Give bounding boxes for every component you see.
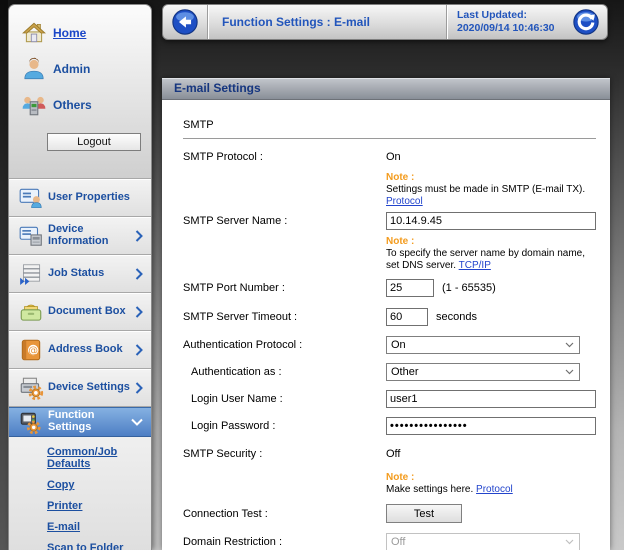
login-user-name-input[interactable] [386, 390, 596, 408]
sidebar-item-admin[interactable]: Admin [9, 51, 151, 87]
auth-protocol-row: Authentication Protocol : On [183, 336, 596, 354]
page-header: Function Settings : E-mail Last Updated:… [162, 4, 608, 40]
smtp-timeout-input[interactable] [386, 308, 428, 326]
auth-as-row: Authentication as : Other [183, 363, 596, 381]
smtp-protocol-note: Note : Settings must be made in SMTP (E-… [386, 172, 596, 207]
smtp-port-range-hint: (1 - 65535) [442, 282, 496, 294]
function-settings-icon [17, 408, 45, 436]
sidebar-item-job-status[interactable]: Job Status [9, 255, 151, 293]
auth-protocol-select[interactable]: On [386, 336, 580, 354]
test-button[interactable]: Test [386, 504, 462, 523]
protocol-link[interactable]: Protocol [386, 196, 423, 207]
smtp-port-row: SMTP Port Number : (1 - 65535) [183, 279, 596, 297]
smtp-protocol-row: SMTP Protocol : On [183, 151, 596, 163]
smtp-server-name-note: Note : To specify the server name by dom… [386, 236, 596, 271]
submenu-link-scan-to-folder[interactable]: Scan to Folder [47, 542, 151, 550]
function-settings-submenu: Common/Job Defaults Copy Printer E-mail … [9, 437, 151, 550]
section-divider [183, 138, 596, 139]
back-button[interactable] [171, 8, 199, 36]
back-icon [171, 8, 199, 36]
smtp-port-input[interactable] [386, 279, 434, 297]
sidebar-item-home[interactable]: Home [9, 15, 151, 51]
document-box-icon [17, 298, 45, 326]
submenu-link-common-job-defaults[interactable]: Common/Job Defaults [47, 446, 151, 470]
tcpip-link[interactable]: TCP/IP [459, 260, 491, 271]
job-status-icon [17, 260, 45, 288]
email-settings-panel: E-mail Settings SMTP SMTP Protocol : On … [162, 78, 610, 550]
device-information-icon [17, 222, 45, 250]
submenu-link-printer[interactable]: Printer [47, 500, 151, 512]
panel-title: E-mail Settings [162, 78, 610, 100]
refresh-icon [572, 8, 600, 36]
svg-text:@: @ [28, 345, 38, 356]
account-section: Home Admin [9, 5, 151, 179]
chevron-right-icon [133, 306, 143, 318]
smtp-security-value: Off [386, 448, 400, 460]
admin-icon [19, 54, 49, 84]
chevron-right-icon [133, 268, 143, 280]
select-chevron-icon [565, 369, 574, 375]
last-updated-value: 2020/09/14 10:46:30 [457, 22, 565, 35]
device-settings-icon [17, 374, 45, 402]
sidebar-item-device-information[interactable]: Device Information [9, 217, 151, 255]
user-properties-icon [17, 184, 45, 212]
page-left-shadow [0, 0, 8, 550]
last-updated-label: Last Updated: [457, 9, 565, 22]
select-chevron-icon [565, 539, 574, 545]
smtp-security-note: Note : Make settings here. Protocol [386, 472, 596, 496]
smtp-server-name-row: SMTP Server Name : [183, 212, 596, 230]
login-password-input[interactable] [386, 417, 596, 435]
connection-test-row: Connection Test : Test [183, 504, 596, 523]
logout-button[interactable]: Logout [47, 133, 141, 151]
smtp-security-row: SMTP Security : Off [183, 448, 596, 460]
sidebar-item-function-settings[interactable]: Function Settings [9, 407, 151, 437]
home-icon [19, 18, 49, 48]
sidebar-item-user-properties[interactable]: User Properties [9, 179, 151, 217]
others-icon [19, 90, 49, 120]
sidebar-item-device-settings[interactable]: Device Settings [9, 369, 151, 407]
sidebar: Home Admin [8, 4, 152, 550]
chevron-down-icon [131, 418, 143, 426]
chevron-right-icon [133, 382, 143, 394]
domain-restriction-row: Domain Restriction : Off [183, 533, 596, 550]
page-title: Function Settings : E-mail [208, 15, 446, 29]
sidebar-item-others[interactable]: Others [9, 87, 151, 123]
chevron-right-icon [133, 230, 143, 242]
last-updated: Last Updated: 2020/09/14 10:46:30 [447, 9, 565, 35]
auth-as-select[interactable]: Other [386, 363, 580, 381]
address-book-icon: @ [17, 336, 45, 364]
home-link-label: Home [53, 26, 86, 40]
sidebar-item-address-book[interactable]: @ Address Book [9, 331, 151, 369]
sidebar-menu: User Properties Device Information [9, 179, 151, 437]
select-chevron-icon [565, 342, 574, 348]
refresh-button[interactable] [572, 8, 600, 36]
smtp-timeout-row: SMTP Server Timeout : seconds [183, 308, 596, 326]
smtp-section-title: SMTP [183, 119, 596, 131]
smtp-server-name-input[interactable] [386, 212, 596, 230]
others-label: Others [53, 98, 92, 112]
login-user-row: Login User Name : [183, 390, 596, 408]
sidebar-item-document-box[interactable]: Document Box [9, 293, 151, 331]
smtp-timeout-unit: seconds [436, 311, 477, 323]
submenu-link-copy[interactable]: Copy [47, 479, 151, 491]
domain-restriction-select: Off [386, 533, 580, 550]
admin-label: Admin [53, 62, 90, 76]
chevron-right-icon [133, 344, 143, 356]
submenu-link-email[interactable]: E-mail [47, 521, 151, 533]
login-password-row: Login Password : [183, 417, 596, 435]
smtp-protocol-value: On [386, 151, 401, 163]
protocol-link-2[interactable]: Protocol [476, 484, 513, 495]
